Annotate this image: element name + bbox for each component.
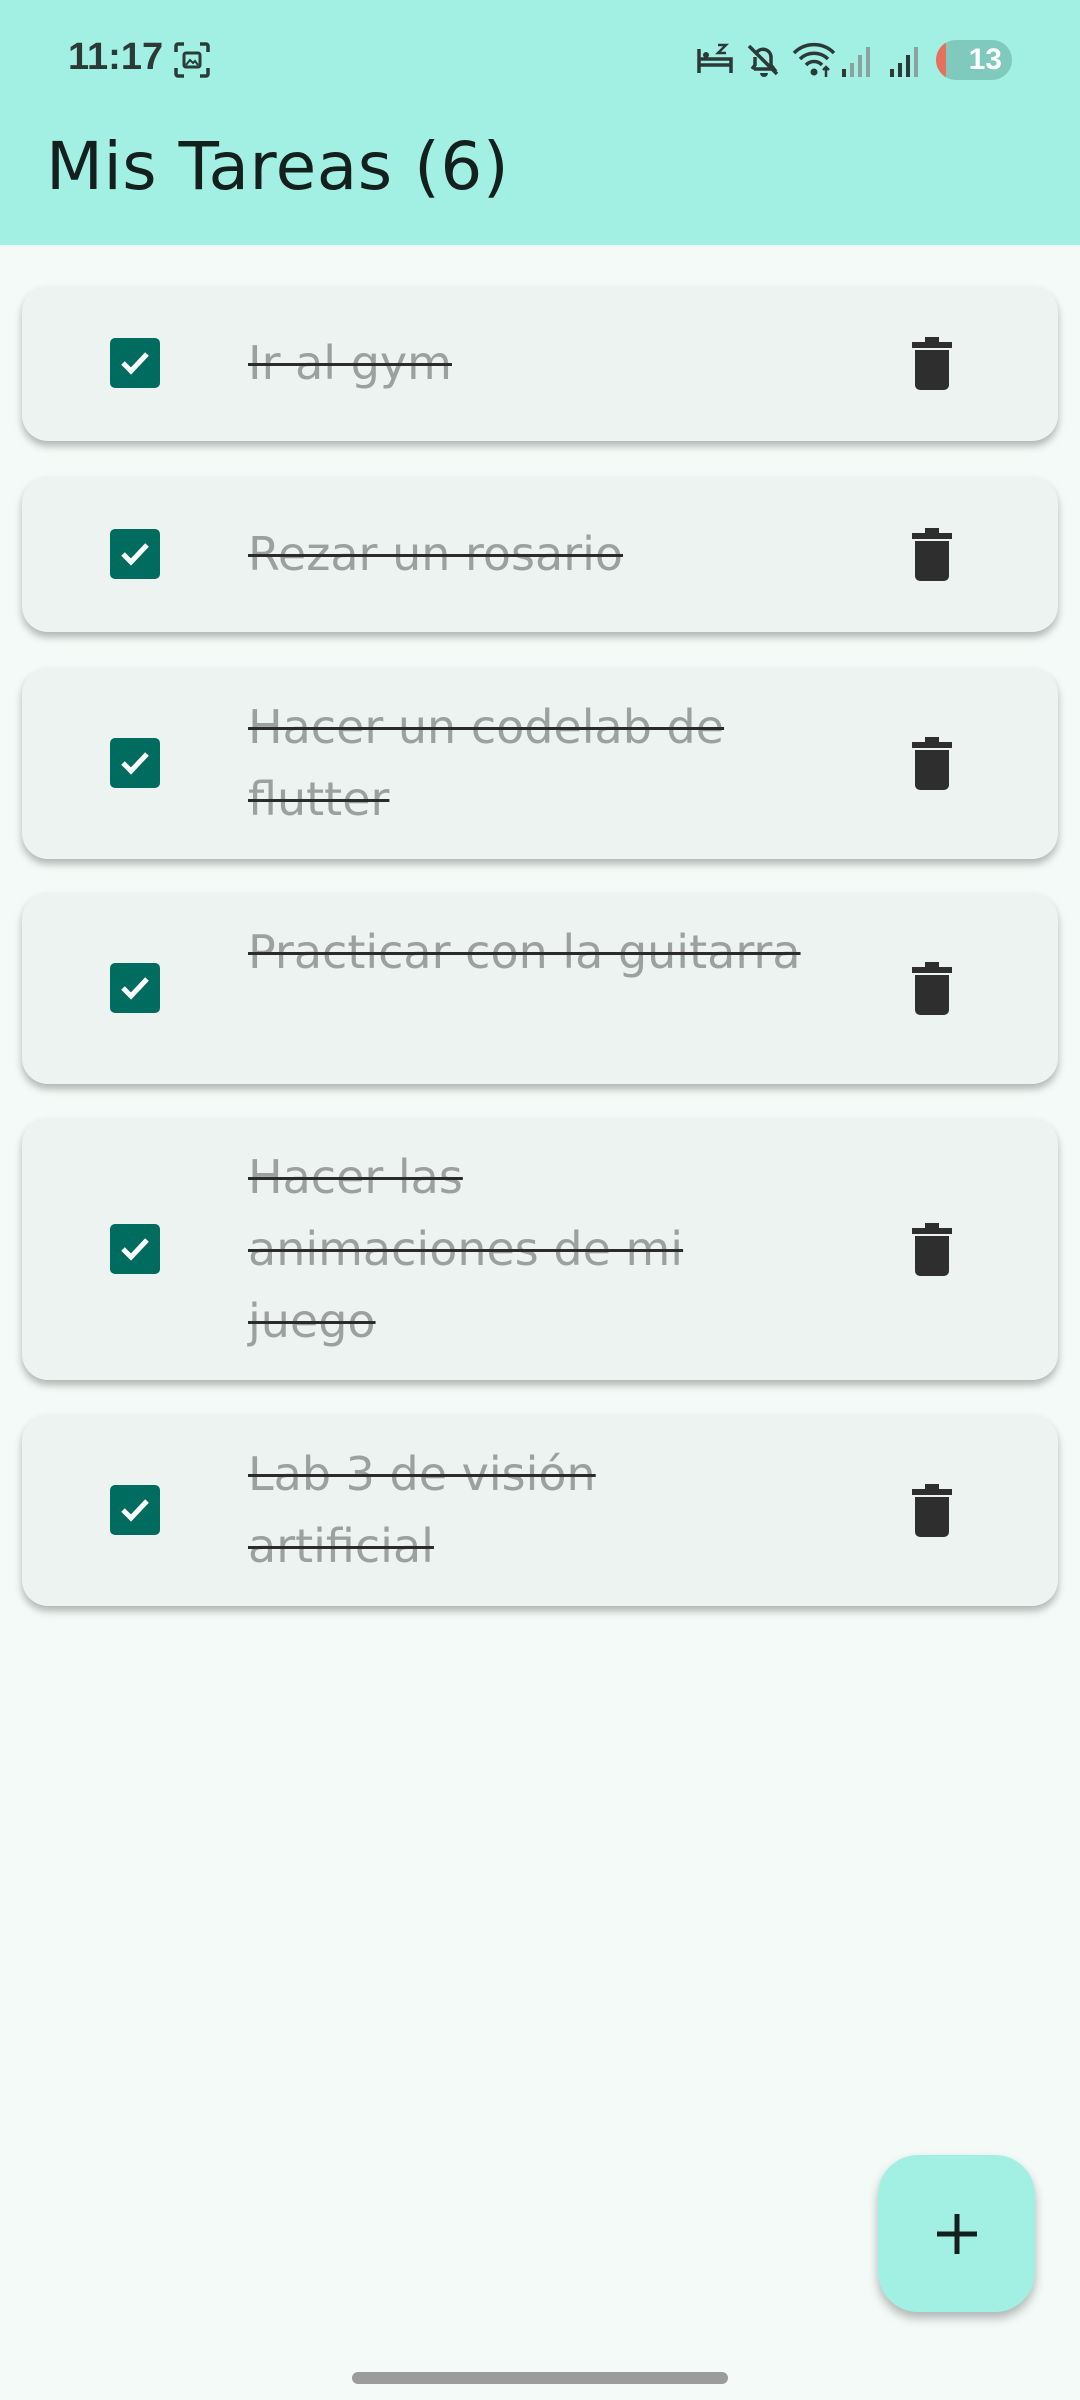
status-icons: 13 [696, 36, 1012, 84]
task-text: Hacer las animaciones de mi juego [248, 1150, 684, 1348]
delete-button[interactable] [910, 961, 954, 1017]
trash-icon [912, 962, 952, 1015]
trash-icon [912, 1223, 952, 1276]
delete-button[interactable] [910, 1222, 954, 1278]
battery-level [936, 40, 946, 80]
task-card: Hacer un codelab de flutter [22, 668, 1058, 859]
task-text: Ir al gym [248, 336, 452, 390]
delete-button[interactable] [910, 736, 954, 792]
signal-2-icon [888, 41, 926, 79]
battery-percent: 13 [968, 43, 1002, 76]
task-card: Lab 3 de visión artificial [22, 1415, 1058, 1606]
trash-icon [912, 1484, 952, 1537]
task-checkbox[interactable] [110, 738, 160, 788]
sleep-mode-icon [696, 41, 734, 79]
check-icon [121, 1238, 149, 1261]
status-time: 11:17 [68, 36, 164, 78]
trash-icon [912, 528, 952, 581]
task-text: Rezar un rosario [248, 527, 624, 581]
check-icon [121, 1499, 149, 1522]
delete-button[interactable] [910, 336, 954, 392]
signal-1-icon [840, 41, 878, 79]
plus-icon [936, 2213, 977, 2254]
trash-icon [912, 737, 952, 790]
app-header: 11:17 13 Mis Tareas (6) [0, 0, 1080, 245]
task-card: Practicar con la guitarra [22, 893, 1058, 1084]
task-card: Hacer las animaciones de mi juego [22, 1118, 1058, 1380]
task-checkbox[interactable] [110, 338, 160, 388]
trash-icon [912, 337, 952, 390]
gesture-nav-handle[interactable] [352, 2372, 728, 2384]
check-icon [121, 352, 149, 375]
task-text: Lab 3 de visión artificial [248, 1447, 596, 1573]
task-checkbox[interactable] [110, 1485, 160, 1535]
add-task-button[interactable] [878, 2155, 1035, 2312]
delete-button[interactable] [910, 1483, 954, 1539]
battery-indicator: 13 [936, 40, 1012, 80]
task-checkbox[interactable] [110, 529, 160, 579]
screenshot-icon [172, 40, 212, 80]
check-icon [121, 977, 149, 1000]
delete-button[interactable] [910, 527, 954, 583]
task-card: Rezar un rosario [22, 477, 1058, 632]
task-checkbox[interactable] [110, 1224, 160, 1274]
task-checkbox[interactable] [110, 963, 160, 1013]
check-icon [121, 752, 149, 775]
mute-icon [744, 41, 782, 79]
task-text: Hacer un codelab de flutter [248, 700, 725, 826]
wifi-icon [792, 41, 836, 79]
page-title: Mis Tareas (6) [46, 128, 510, 205]
task-card: Ir al gym [22, 286, 1058, 441]
status-bar: 11:17 13 [0, 0, 1080, 120]
task-text: Practicar con la guitarra [248, 925, 801, 979]
check-icon [121, 543, 149, 566]
